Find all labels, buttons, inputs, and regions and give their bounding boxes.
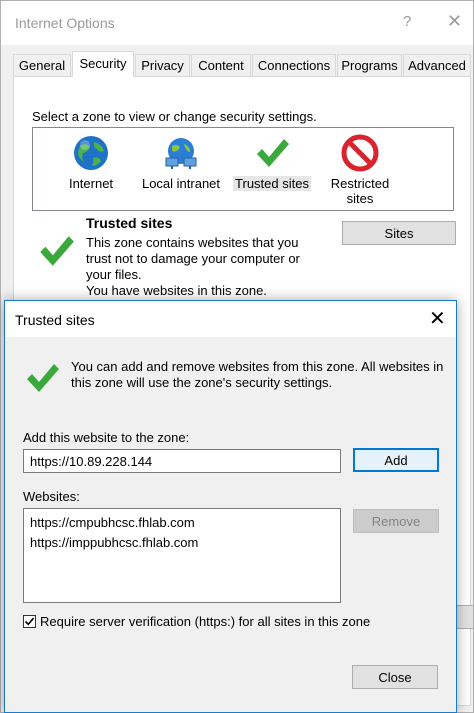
zone-list: Internet Local intranet Trusted sites Re… <box>32 127 454 211</box>
close-window-button[interactable]: ✕ <box>447 11 462 32</box>
tab-connections[interactable]: Connections <box>252 54 336 76</box>
zone-description-title: Trusted sites <box>86 215 173 231</box>
add-website-label: Add this website to the zone: <box>23 430 190 445</box>
zone-internet[interactable]: Internet <box>55 134 127 191</box>
zone-local-intranet[interactable]: Local intranet <box>133 134 229 191</box>
zone-prompt: Select a zone to view or change security… <box>32 109 317 124</box>
dialog-titlebar[interactable]: Trusted sites ✕ <box>5 301 456 337</box>
window-title: Internet Options <box>15 15 115 31</box>
tab-privacy[interactable]: Privacy <box>135 54 190 76</box>
zone-label: Internet <box>68 176 114 191</box>
zone-label: Trusted sites <box>233 176 311 191</box>
list-item[interactable]: https://cmpubhcsc.fhlab.com <box>30 513 334 533</box>
checkmark-icon <box>27 364 59 392</box>
add-button[interactable]: Add <box>353 448 439 472</box>
zone-description: This zone contains websites that you tru… <box>86 235 334 299</box>
checkmark-icon <box>40 236 74 266</box>
zone-description-line: This zone contains websites that you <box>86 235 299 250</box>
verify-option[interactable]: Require server verification (https:) for… <box>23 614 370 629</box>
sites-button[interactable]: Sites <box>342 221 456 245</box>
verify-checkbox[interactable] <box>23 615 36 628</box>
network-icon <box>165 138 197 169</box>
close-icon[interactable]: ✕ <box>429 306 446 331</box>
internet-options-titlebar[interactable]: Internet Options ? ✕ <box>1 1 473 45</box>
zone-label: Local intranet <box>141 176 221 191</box>
close-button[interactable]: Close <box>352 665 438 689</box>
tab-strip: General Security Privacy Content Connect… <box>13 51 473 77</box>
add-website-input[interactable] <box>23 449 341 473</box>
globe-icon <box>74 136 108 170</box>
tab-advanced[interactable]: Advanced <box>403 54 471 76</box>
trusted-sites-dialog: Trusted sites ✕ You can add and remove w… <box>4 300 457 713</box>
tab-general[interactable]: General <box>13 54 71 76</box>
remove-button[interactable]: Remove <box>353 509 439 533</box>
websites-label: Websites: <box>23 489 80 504</box>
list-item[interactable]: https://imppubhcsc.fhlab.com <box>30 533 334 553</box>
websites-list[interactable]: https://cmpubhcsc.fhlab.com https://impp… <box>23 508 341 603</box>
zone-description-line: trust not to damage your computer or <box>86 251 300 266</box>
dialog-title: Trusted sites <box>15 312 95 328</box>
tab-content[interactable]: Content <box>191 54 251 76</box>
dialog-info-text: You can add and remove websites from thi… <box>71 359 444 390</box>
prohibited-icon <box>341 134 379 172</box>
checkbox-check-icon <box>24 617 35 626</box>
zone-trusted-sites[interactable]: Trusted sites <box>231 134 313 191</box>
zone-description-line: your files. <box>86 267 142 282</box>
zone-description-line: You have websites in this zone. <box>86 283 267 298</box>
verify-label: Require server verification (https:) for… <box>40 614 371 629</box>
help-button[interactable]: ? <box>403 13 411 30</box>
tab-programs[interactable]: Programs <box>337 54 402 76</box>
checkmark-icon <box>257 139 289 167</box>
tab-security[interactable]: Security <box>72 51 134 77</box>
zone-restricted-sites[interactable]: Restricted sites <box>319 134 401 206</box>
zone-label: Restricted sites <box>330 176 390 206</box>
